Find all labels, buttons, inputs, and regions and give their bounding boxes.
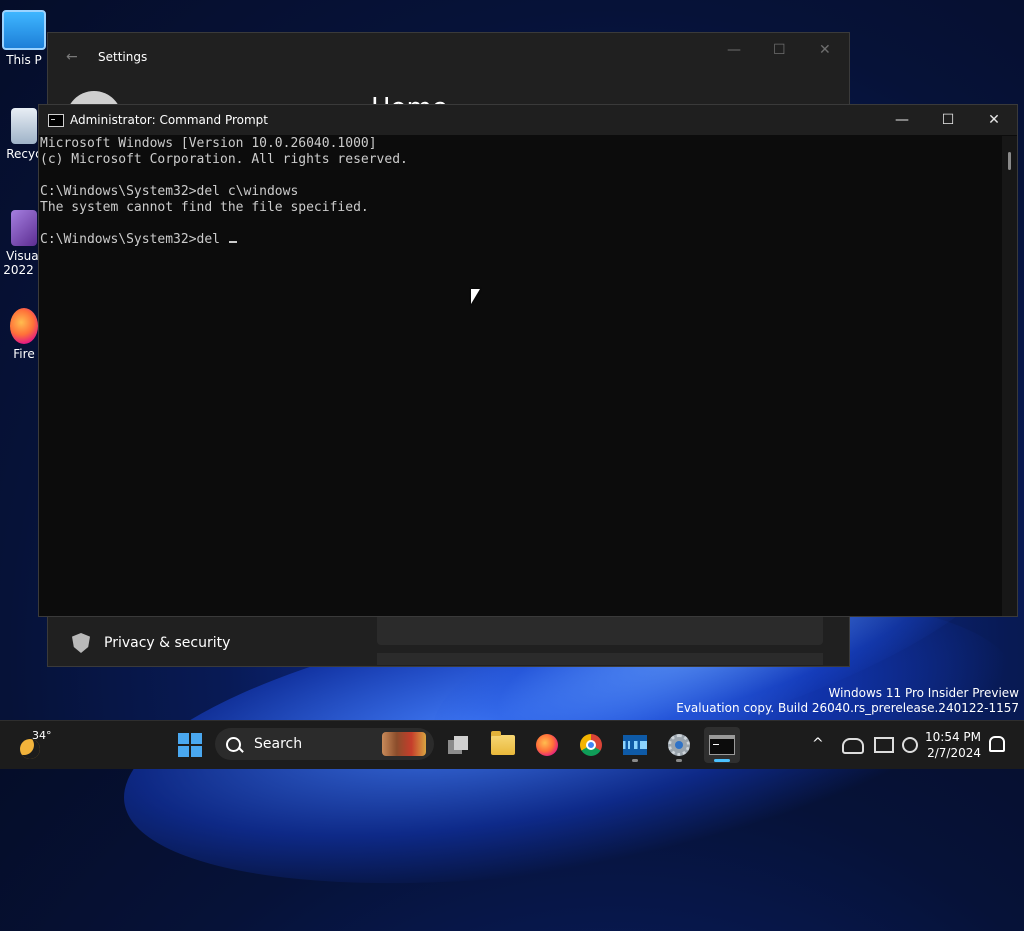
firefox-icon: [10, 308, 38, 344]
weather-temp: 34°: [32, 729, 52, 742]
nav-item-label: Privacy & security: [104, 635, 231, 651]
console-line: C:\Windows\System32>del c\windows: [40, 184, 299, 199]
task-view-icon: [448, 736, 470, 754]
cloud-offline-icon[interactable]: [842, 738, 864, 754]
start-button[interactable]: [172, 727, 208, 763]
gear-icon: [668, 734, 690, 756]
watermark-line: Evaluation copy. Build 26040.rs_prerelea…: [676, 701, 1019, 715]
running-indicator: [676, 759, 682, 762]
chevron-up-icon[interactable]: ^: [812, 736, 824, 752]
folder-icon: [491, 731, 515, 755]
network-icon[interactable]: [874, 737, 894, 753]
text-cursor: [228, 241, 237, 243]
console-icon: [48, 114, 64, 127]
command-prompt-taskbar-button[interactable]: [704, 727, 740, 763]
task-view-button[interactable]: [441, 727, 477, 763]
settings-taskbar-button[interactable]: [661, 727, 697, 763]
close-button[interactable]: ✕: [971, 105, 1017, 135]
back-arrow-icon[interactable]: ←: [66, 49, 78, 65]
minimize-button[interactable]: —: [879, 105, 925, 135]
performance-monitor-icon: [623, 735, 647, 755]
visual-studio-icon: [11, 210, 37, 246]
console-line: The system cannot find the file specifie…: [40, 200, 369, 215]
volume-muted-icon[interactable]: [902, 737, 918, 753]
cmd-titlebar[interactable]: Administrator: Command Prompt — ☐ ✕: [39, 105, 1017, 135]
console-line: (c) Microsoft Corporation. All rights re…: [40, 152, 408, 167]
scrollbar-thumb[interactable]: [1008, 152, 1011, 170]
maximize-button[interactable]: ☐: [925, 105, 971, 135]
nav-item-privacy-security[interactable]: Privacy & security: [72, 633, 230, 653]
performance-monitor-button[interactable]: [617, 727, 653, 763]
settings-titlebar[interactable]: ← Settings — ☐ ✕: [48, 33, 849, 83]
maximize-button[interactable]: ☐: [773, 42, 786, 58]
taskbar: 34° Search ^ 10:54 PM 2/7/2024: [0, 720, 1024, 769]
running-indicator: [714, 759, 730, 762]
settings-title: Settings: [98, 50, 148, 64]
monitor-icon: [2, 10, 46, 50]
mouse-pointer-icon: [471, 289, 480, 304]
console-input-line[interactable]: C:\Windows\System32>del: [40, 232, 1001, 248]
os-watermark: Windows 11 Pro Insider Preview Evaluatio…: [676, 686, 1019, 716]
command-prompt-window[interactable]: Administrator: Command Prompt — ☐ ✕ Micr…: [38, 104, 1018, 617]
clock-time: 10:54 PM: [925, 730, 981, 744]
weather-widget[interactable]: 34°: [16, 729, 56, 761]
vertical-scrollbar[interactable]: [1002, 136, 1017, 616]
minimize-button[interactable]: —: [727, 42, 741, 58]
system-clock[interactable]: 10:54 PM 2/7/2024: [925, 729, 981, 761]
close-button[interactable]: ✕: [819, 42, 831, 58]
search-highlight-image: [382, 732, 426, 756]
chrome-icon: [580, 734, 602, 756]
terminal-icon: [709, 735, 735, 755]
desktop-icon-label: This P: [6, 53, 42, 67]
desktop-icon-this-pc[interactable]: This P: [0, 10, 48, 67]
cmd-title: Administrator: Command Prompt: [70, 113, 268, 127]
clock-date: 2/7/2024: [927, 746, 981, 760]
settings-card[interactable]: [377, 653, 823, 665]
recycle-bin-icon: [11, 108, 37, 144]
file-explorer-button[interactable]: [485, 727, 521, 763]
windows-logo-icon: [178, 733, 202, 757]
firefox-icon: [536, 734, 558, 756]
moon-icon: [20, 739, 40, 759]
chrome-button[interactable]: [573, 727, 609, 763]
search-label: Search: [254, 736, 303, 752]
console-output[interactable]: Microsoft Windows [Version 10.0.26040.10…: [40, 136, 1001, 616]
shield-icon: [72, 633, 90, 653]
search-icon: [226, 736, 241, 752]
search-box[interactable]: Search: [215, 728, 434, 760]
firefox-button[interactable]: [529, 727, 565, 763]
running-indicator: [632, 759, 638, 762]
console-prompt: C:\Windows\System32>del: [40, 232, 228, 247]
notification-bell-icon[interactable]: [989, 736, 1005, 752]
console-line: Microsoft Windows [Version 10.0.26040.10…: [40, 136, 377, 151]
watermark-line: Windows 11 Pro Insider Preview: [828, 686, 1019, 700]
